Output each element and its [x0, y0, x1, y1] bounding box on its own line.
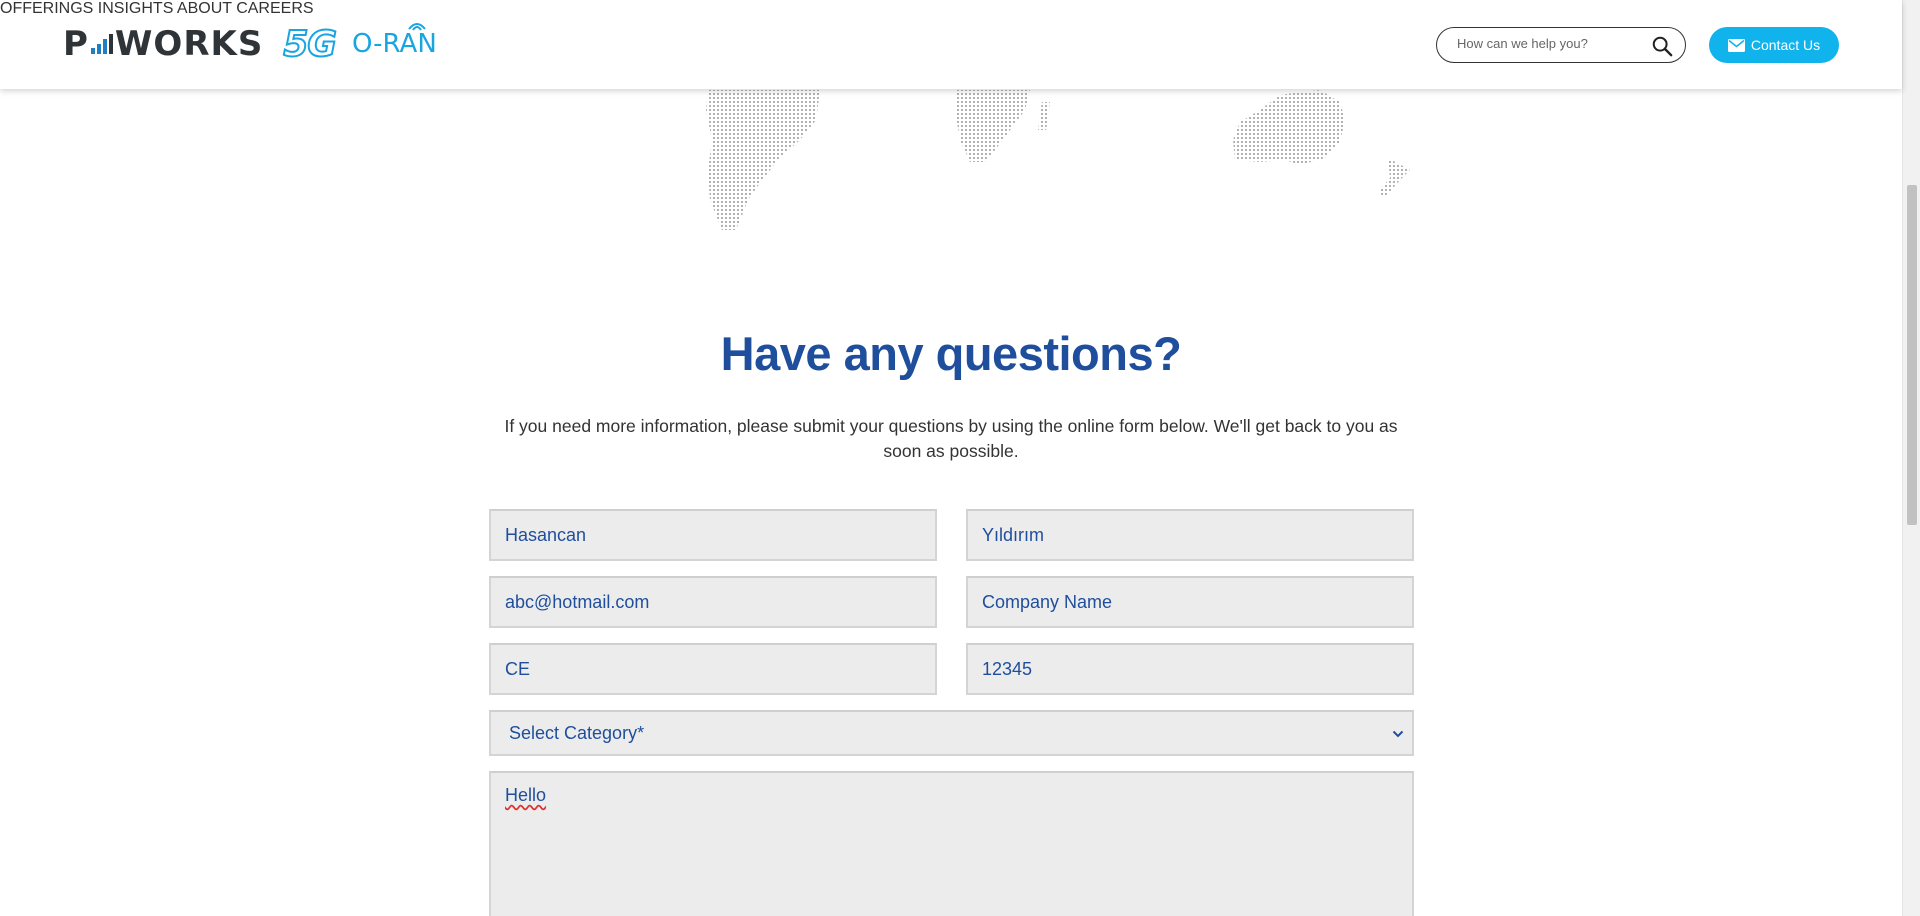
search-input[interactable] — [1457, 36, 1647, 51]
logo-5g: 5G — [282, 23, 338, 66]
wifi-arc-icon — [408, 23, 426, 31]
message-text: Hello — [505, 785, 547, 805]
map-madagascar — [1038, 102, 1050, 130]
map-south-america — [706, 90, 820, 230]
signal-bars-icon — [90, 30, 113, 54]
nav-careers[interactable]: CAREERS — [236, 0, 313, 17]
nav-offerings[interactable]: OFFERINGS — [0, 0, 93, 17]
intro-text: If you need more information, please sub… — [504, 416, 1398, 461]
last-name-input[interactable] — [968, 511, 1412, 559]
contact-us-label: Contact Us — [1750, 37, 1821, 53]
page-scrollbar[interactable] — [1902, 0, 1920, 916]
main-nav: OFFERINGS INSIGHTS ABOUT CAREERS — [0, 0, 1902, 18]
message-textarea[interactable]: Hello — [491, 773, 1412, 818]
company-field — [966, 576, 1414, 628]
map-australia — [1233, 90, 1345, 165]
map-africa — [955, 90, 1030, 162]
nav-insights[interactable]: INSIGHTS — [98, 0, 174, 17]
world-map-dots — [706, 90, 1410, 230]
first-name-field — [489, 509, 937, 561]
phone-input[interactable] — [968, 645, 1412, 693]
search-icon[interactable] — [1651, 35, 1673, 57]
brand-logo[interactable]: P WORKS 5G O-RAN — [63, 23, 437, 66]
country-input[interactable] — [491, 645, 935, 693]
first-name-input[interactable] — [491, 511, 935, 559]
p-i-works-logo: P WORKS — [63, 24, 263, 64]
logo-p-letter: P — [63, 24, 89, 64]
nav-about[interactable]: ABOUT — [177, 0, 232, 17]
company-input[interactable] — [968, 578, 1412, 626]
email-input[interactable] — [491, 578, 935, 626]
logo-oran: O-RAN — [352, 23, 437, 59]
logo-works: WORKS — [114, 24, 264, 64]
phone-field — [966, 643, 1414, 695]
map-new-zealand — [1378, 158, 1410, 198]
category-select[interactable]: Select Category* — [489, 710, 1414, 756]
site-header: P WORKS 5G O-RAN OFFERINGS INSIGHTS ABOU… — [0, 0, 1902, 89]
message-field: Hello — [489, 771, 1414, 916]
contact-us-button[interactable]: Contact Us — [1709, 27, 1839, 63]
category-select-value: Select Category* — [509, 722, 645, 743]
email-field — [489, 576, 937, 628]
scrollbar-thumb[interactable] — [1907, 185, 1917, 525]
search-box — [1436, 27, 1686, 63]
country-field — [489, 643, 937, 695]
last-name-field — [966, 509, 1414, 561]
page-title: Have any questions? — [720, 327, 1182, 380]
chevron-down-icon — [1392, 730, 1404, 738]
mail-icon — [1727, 38, 1745, 52]
